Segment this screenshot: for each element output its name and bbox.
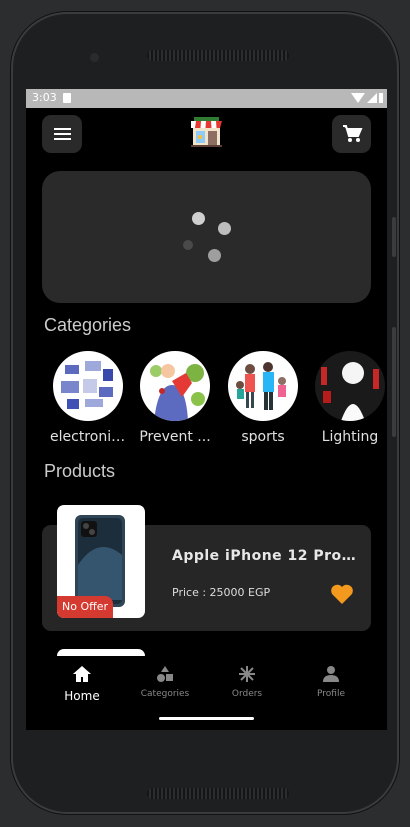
products-title: Products <box>44 461 116 481</box>
battery-icon <box>379 93 383 103</box>
front-camera <box>90 53 99 62</box>
category-label: electronic ... <box>50 429 126 445</box>
signal-icon <box>367 93 377 103</box>
app-screen: 3:03 Categories electronic Prevent ... s… <box>26 89 387 730</box>
category-item-electronic[interactable]: electronic ... <box>50 351 126 445</box>
categories-shapes-icon <box>157 666 173 682</box>
sd-card-icon <box>63 93 71 103</box>
status-time: 3:03 <box>32 91 57 104</box>
product-price: Price : 25000 EGP <box>172 586 271 599</box>
nav-orders[interactable]: Orders <box>206 665 288 699</box>
category-label: sports <box>241 429 285 445</box>
home-gesture-indicator[interactable] <box>159 717 254 720</box>
nav-home[interactable]: Home <box>41 665 123 703</box>
nav-profile[interactable]: Profile <box>290 665 372 699</box>
wifi-icon <box>351 93 365 103</box>
banner-carousel[interactable] <box>42 171 371 303</box>
category-image <box>140 351 210 421</box>
product-name[interactable]: Apple iPhone 12 Pro Ma... <box>172 548 360 564</box>
category-image <box>315 351 385 421</box>
category-item-sports[interactable]: sports <box>225 351 301 445</box>
shop-storefront-icon <box>191 117 222 147</box>
offer-badge: No Offer <box>57 596 113 618</box>
nav-label: Home <box>64 689 100 703</box>
nav-label: Categories <box>140 689 190 699</box>
status-bar: 3:03 <box>26 89 387 108</box>
category-item-lighting[interactable]: Lighting <box>312 351 387 445</box>
category-item-prevent[interactable]: Prevent ... <box>137 351 213 445</box>
category-image <box>53 351 123 421</box>
categories-title: Categories <box>44 315 132 335</box>
shopping-cart-icon <box>343 125 363 142</box>
category-label: Lighting <box>321 429 379 445</box>
orders-icon <box>239 666 255 682</box>
power-button <box>392 327 396 437</box>
person-icon <box>323 666 339 682</box>
home-icon <box>73 666 91 682</box>
nav-label: Profile <box>317 689 345 699</box>
top-speaker <box>147 50 289 61</box>
category-image <box>228 351 298 421</box>
menu-button[interactable] <box>42 115 82 153</box>
volume-button <box>392 217 396 257</box>
category-label: Prevent ... <box>139 429 211 445</box>
heart-icon[interactable] <box>330 583 354 605</box>
cart-button[interactable] <box>332 115 371 153</box>
nav-label: Orders <box>231 689 263 699</box>
bottom-speaker <box>147 788 289 799</box>
hamburger-menu-icon <box>54 128 71 130</box>
nav-categories[interactable]: Categories <box>124 665 206 699</box>
